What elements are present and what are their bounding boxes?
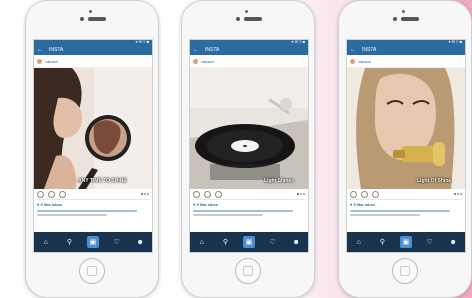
vinyl-record-photo <box>190 68 308 189</box>
sensor <box>89 10 92 13</box>
status-bar: ▾ ✉ ≡ ■ <box>34 40 152 45</box>
caption-text <box>193 210 293 212</box>
sensor <box>402 10 405 13</box>
woman-mirror-photo <box>34 68 152 189</box>
username[interactable]: vabanii <box>358 59 371 64</box>
username[interactable]: vabanii <box>45 59 58 64</box>
app-title: INSTA <box>205 47 220 53</box>
phone-screen: ▾ ✉ ≡ ■ ← INSTA vabanii ⋮ Light Shines ♥… <box>189 39 309 253</box>
like-icon[interactable] <box>37 190 44 198</box>
home-button[interactable] <box>392 258 418 284</box>
woman-trumpet-photo <box>347 68 465 189</box>
share-icon[interactable] <box>372 190 379 198</box>
comments-text <box>37 214 107 216</box>
back-arrow-icon[interactable]: ← <box>37 47 43 53</box>
camera-icon[interactable]: ▣ <box>86 236 99 248</box>
speaker-grille <box>88 17 106 21</box>
caption-text <box>37 210 137 212</box>
heart-icon[interactable]: ♡ <box>424 236 436 248</box>
app-title: INSTA <box>49 47 64 53</box>
search-icon[interactable]: ⚲ <box>219 236 231 248</box>
post-actions <box>347 189 465 199</box>
status-icons: ▾ ✉ ≡ ■ <box>448 39 462 44</box>
caption-text <box>350 210 450 212</box>
status-icons: ▾ ✉ ≡ ■ <box>291 39 305 44</box>
avatar[interactable] <box>193 58 198 64</box>
camera-dot <box>393 17 397 21</box>
post-photo[interactable]: ANY TIME TO SHINE <box>34 68 152 189</box>
bottom-tab-bar: ⌂ ⚲ ▣ ♡ ☻ <box>34 232 152 252</box>
app-bar: ← INSTA <box>347 45 465 55</box>
home-icon[interactable]: ⌂ <box>40 236 52 248</box>
post-meta: ♥ 9 lika lubes <box>190 200 308 224</box>
search-icon[interactable]: ⚲ <box>63 236 75 248</box>
post-photo[interactable]: Light Of Shine <box>347 68 465 189</box>
heart-icon[interactable]: ♡ <box>267 236 279 248</box>
likes-count[interactable]: ♥ 9 lika lubes <box>350 202 462 208</box>
comment-icon[interactable] <box>361 190 368 198</box>
phone-screen: ▾ ✉ ≡ ■ ← INSTA vabanii ⋮ ANY TIME TO SH… <box>33 39 153 253</box>
profile-icon[interactable]: ☻ <box>447 236 459 248</box>
status-bar: ▾ ✉ ≡ ■ <box>347 40 465 45</box>
comment-icon[interactable] <box>48 190 55 198</box>
more-options-icon[interactable]: ⋮ <box>144 58 149 64</box>
app-title: INSTA <box>362 47 377 53</box>
like-icon[interactable] <box>193 190 200 198</box>
sensor <box>245 10 248 13</box>
likes-count[interactable]: ♥ 9 lika lubes <box>193 202 305 208</box>
home-button[interactable] <box>235 258 261 284</box>
phone-screen: ▾ ✉ ≡ ■ ← INSTA vabanii ⋮ Light Of Shine <box>346 39 466 253</box>
camera-icon[interactable]: ▣ <box>242 236 255 248</box>
profile-icon[interactable]: ☻ <box>134 236 146 248</box>
heart-icon[interactable]: ♡ <box>111 236 123 248</box>
avatar[interactable] <box>350 58 355 64</box>
home-icon[interactable]: ⌂ <box>353 236 365 248</box>
share-icon[interactable] <box>59 190 66 198</box>
speaker-grille <box>401 17 419 21</box>
app-bar: ← INSTA <box>190 45 308 55</box>
back-arrow-icon[interactable]: ← <box>350 47 356 53</box>
phone-mockup-2: ▾ ✉ ≡ ■ ← INSTA vabanii ⋮ Light Shines ♥… <box>181 0 315 298</box>
photo-caption: Light Of Shine <box>417 178 452 184</box>
home-icon[interactable]: ⌂ <box>196 236 208 248</box>
post-header[interactable]: vabanii ⋮ <box>347 55 465 68</box>
avatar[interactable] <box>37 58 42 64</box>
post-actions <box>34 189 152 199</box>
search-icon[interactable]: ⚲ <box>376 236 388 248</box>
carousel-dots <box>141 193 149 195</box>
app-bar: ← INSTA <box>34 45 152 55</box>
username[interactable]: vabanii <box>201 59 214 64</box>
more-options-icon[interactable]: ⋮ <box>457 58 462 64</box>
carousel-dots <box>454 193 462 195</box>
camera-dot <box>236 17 240 21</box>
photo-caption: Light Shines <box>264 178 294 184</box>
camera-icon[interactable]: ▣ <box>399 236 412 248</box>
home-button[interactable] <box>79 258 105 284</box>
status-icons: ▾ ✉ ≡ ■ <box>135 39 149 44</box>
post-actions <box>190 189 308 199</box>
speaker-grille <box>244 17 262 21</box>
likes-count[interactable]: ♥ 9 lika lubes <box>37 202 149 208</box>
post-meta: ♥ 9 lika lubes <box>34 200 152 224</box>
comments-text <box>193 214 263 216</box>
post-header[interactable]: vabanii ⋮ <box>34 55 152 68</box>
more-options-icon[interactable]: ⋮ <box>300 58 305 64</box>
comment-icon[interactable] <box>204 190 211 198</box>
post-header[interactable]: vabanii ⋮ <box>190 55 308 68</box>
photo-caption: ANY TIME TO SHINE <box>78 178 127 184</box>
back-arrow-icon[interactable]: ← <box>193 47 199 53</box>
like-icon[interactable] <box>350 190 357 198</box>
camera-dot <box>80 17 84 21</box>
carousel-dots <box>297 193 305 195</box>
post-meta: ♥ 9 lika lubes <box>347 200 465 224</box>
post-photo[interactable]: Light Shines <box>190 68 308 189</box>
share-icon[interactable] <box>215 190 222 198</box>
profile-icon[interactable]: ☻ <box>290 236 302 248</box>
comments-text <box>350 214 420 216</box>
status-bar: ▾ ✉ ≡ ■ <box>190 40 308 45</box>
phone-mockup-3: ▾ ✉ ≡ ■ ← INSTA vabanii ⋮ Light Of Shine <box>338 0 472 298</box>
phone-mockup-1: ▾ ✉ ≡ ■ ← INSTA vabanii ⋮ ANY TIME TO SH… <box>25 0 159 298</box>
bottom-tab-bar: ⌂ ⚲ ▣ ♡ ☻ <box>190 232 308 252</box>
bottom-tab-bar: ⌂ ⚲ ▣ ♡ ☻ <box>347 232 465 252</box>
